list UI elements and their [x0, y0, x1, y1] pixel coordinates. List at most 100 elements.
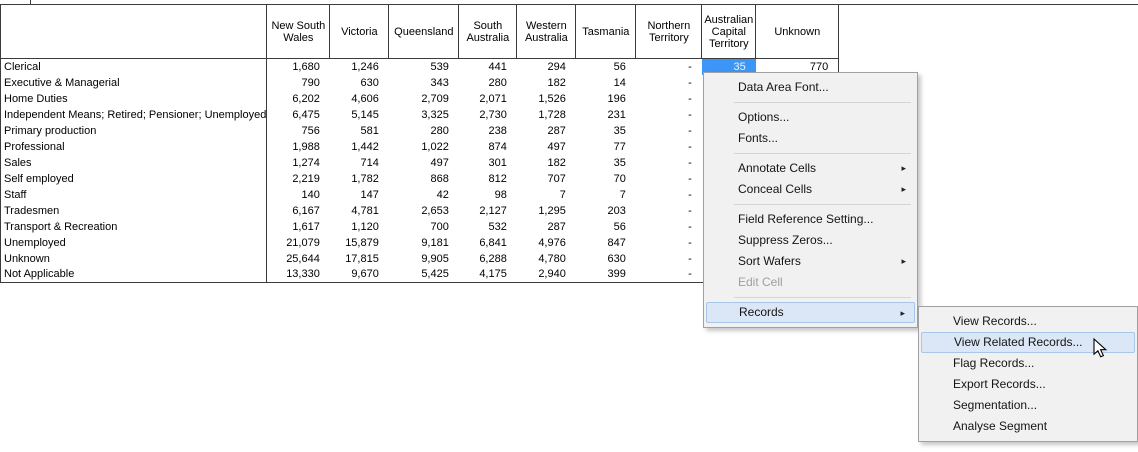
row-label-primary-production[interactable]: Primary production — [1, 123, 267, 139]
row-label-home-duties[interactable]: Home Duties — [1, 91, 267, 107]
data-cell[interactable]: 4,175 — [459, 267, 517, 283]
data-cell[interactable]: 630 — [576, 251, 636, 267]
data-cell[interactable]: - — [636, 59, 702, 75]
data-cell[interactable]: 301 — [459, 155, 517, 171]
data-cell[interactable]: 280 — [459, 75, 517, 91]
menu-item-options[interactable]: Options... — [706, 107, 915, 128]
data-cell[interactable]: 6,167 — [267, 203, 330, 219]
data-cell[interactable]: 707 — [517, 171, 576, 187]
data-cell[interactable]: - — [636, 171, 702, 187]
data-cell[interactable]: 140 — [267, 187, 330, 203]
data-cell[interactable]: 2,219 — [267, 171, 330, 187]
column-header-tasmania[interactable]: Tasmania — [576, 5, 636, 59]
column-header-unknown[interactable]: Unknown — [756, 5, 839, 59]
data-cell[interactable]: 7 — [576, 187, 636, 203]
data-cell[interactable]: 1,526 — [517, 91, 576, 107]
data-cell[interactable]: - — [636, 139, 702, 155]
menu-item-annotate-cells[interactable]: Annotate Cells▸ — [706, 158, 915, 179]
data-cell[interactable]: 2,730 — [459, 107, 517, 123]
data-cell[interactable]: 1,295 — [517, 203, 576, 219]
data-cell[interactable]: 497 — [517, 139, 576, 155]
menu-item-field-reference-setting[interactable]: Field Reference Setting... — [706, 209, 915, 230]
menu-item-suppress-zeros[interactable]: Suppress Zeros... — [706, 230, 915, 251]
data-cell[interactable]: 1,617 — [267, 219, 330, 235]
data-cell[interactable]: 294 — [517, 59, 576, 75]
data-cell[interactable]: 3,325 — [389, 107, 459, 123]
data-cell[interactable]: - — [636, 235, 702, 251]
data-cell[interactable]: 238 — [459, 123, 517, 139]
data-cell[interactable]: 847 — [576, 235, 636, 251]
data-cell[interactable]: 4,606 — [330, 91, 389, 107]
data-cell[interactable]: 1,782 — [330, 171, 389, 187]
data-cell[interactable]: 9,181 — [389, 235, 459, 251]
data-cell[interactable]: 147 — [330, 187, 389, 203]
data-cell[interactable]: 399 — [576, 267, 636, 283]
row-label-staff[interactable]: Staff — [1, 187, 267, 203]
data-cell[interactable]: 25,644 — [267, 251, 330, 267]
data-cell[interactable]: 2,940 — [517, 267, 576, 283]
data-cell[interactable]: 532 — [459, 219, 517, 235]
data-cell[interactable]: 1,728 — [517, 107, 576, 123]
data-cell[interactable]: 1,120 — [330, 219, 389, 235]
data-cell[interactable]: - — [636, 123, 702, 139]
data-cell[interactable]: 1,246 — [330, 59, 389, 75]
data-cell[interactable]: 714 — [330, 155, 389, 171]
data-cell[interactable]: 56 — [576, 219, 636, 235]
column-header-south-australia[interactable]: South Australia — [459, 5, 517, 59]
data-cell[interactable]: 35 — [576, 155, 636, 171]
column-header-victoria[interactable]: Victoria — [330, 5, 389, 59]
row-label-transport-recreation[interactable]: Transport & Recreation — [1, 219, 267, 235]
row-label-self-employed[interactable]: Self employed — [1, 171, 267, 187]
data-cell[interactable]: 287 — [517, 219, 576, 235]
data-cell[interactable]: 287 — [517, 123, 576, 139]
data-cell[interactable]: - — [636, 91, 702, 107]
data-cell[interactable]: 1,680 — [267, 59, 330, 75]
data-cell[interactable]: 6,841 — [459, 235, 517, 251]
data-cell[interactable]: 203 — [576, 203, 636, 219]
data-cell[interactable]: - — [636, 75, 702, 91]
data-cell[interactable]: 874 — [459, 139, 517, 155]
data-cell[interactable]: 343 — [389, 75, 459, 91]
submenu-item-segmentation[interactable]: Segmentation... — [921, 395, 1135, 416]
data-cell[interactable]: 700 — [389, 219, 459, 235]
menu-item-fonts[interactable]: Fonts... — [706, 128, 915, 149]
column-header-australian-capital-territory[interactable]: Australian Capital Territory — [702, 5, 756, 59]
submenu-item-export-records[interactable]: Export Records... — [921, 374, 1135, 395]
data-cell[interactable]: 70 — [576, 171, 636, 187]
menu-item-records[interactable]: Records▸ — [706, 302, 915, 323]
data-cell[interactable]: 231 — [576, 107, 636, 123]
data-cell[interactable]: 5,145 — [330, 107, 389, 123]
data-cell[interactable]: 9,670 — [330, 267, 389, 283]
data-cell[interactable]: 17,815 — [330, 251, 389, 267]
data-cell[interactable]: 7 — [517, 187, 576, 203]
data-cell[interactable]: 9,905 — [389, 251, 459, 267]
data-cell[interactable]: - — [636, 219, 702, 235]
data-cell[interactable]: 14 — [576, 75, 636, 91]
data-cell[interactable]: 497 — [389, 155, 459, 171]
data-cell[interactable]: 13,330 — [267, 267, 330, 283]
data-cell[interactable]: 56 — [576, 59, 636, 75]
data-cell[interactable]: 280 — [389, 123, 459, 139]
data-cell[interactable]: 539 — [389, 59, 459, 75]
data-cell[interactable]: 4,976 — [517, 235, 576, 251]
column-header-queensland[interactable]: Queensland — [389, 5, 459, 59]
data-cell[interactable]: 812 — [459, 171, 517, 187]
data-cell[interactable]: 6,288 — [459, 251, 517, 267]
data-cell[interactable]: 2,653 — [389, 203, 459, 219]
data-cell[interactable]: 790 — [267, 75, 330, 91]
menu-item-conceal-cells[interactable]: Conceal Cells▸ — [706, 179, 915, 200]
row-label-clerical[interactable]: Clerical — [1, 59, 267, 75]
data-cell[interactable]: 441 — [459, 59, 517, 75]
data-cell[interactable]: 182 — [517, 155, 576, 171]
column-header-western-australia[interactable]: Western Australia — [517, 5, 576, 59]
data-cell[interactable]: 15,879 — [330, 235, 389, 251]
data-cell[interactable]: 5,425 — [389, 267, 459, 283]
data-cell[interactable]: 6,475 — [267, 107, 330, 123]
data-cell[interactable]: 756 — [267, 123, 330, 139]
menu-item-sort-wafers[interactable]: Sort Wafers▸ — [706, 251, 915, 272]
data-cell[interactable]: 1,022 — [389, 139, 459, 155]
data-cell[interactable]: 6,202 — [267, 91, 330, 107]
menu-item-data-area-font[interactable]: Data Area Font... — [706, 77, 915, 98]
data-cell[interactable]: - — [636, 107, 702, 123]
data-cell[interactable]: 2,709 — [389, 91, 459, 107]
